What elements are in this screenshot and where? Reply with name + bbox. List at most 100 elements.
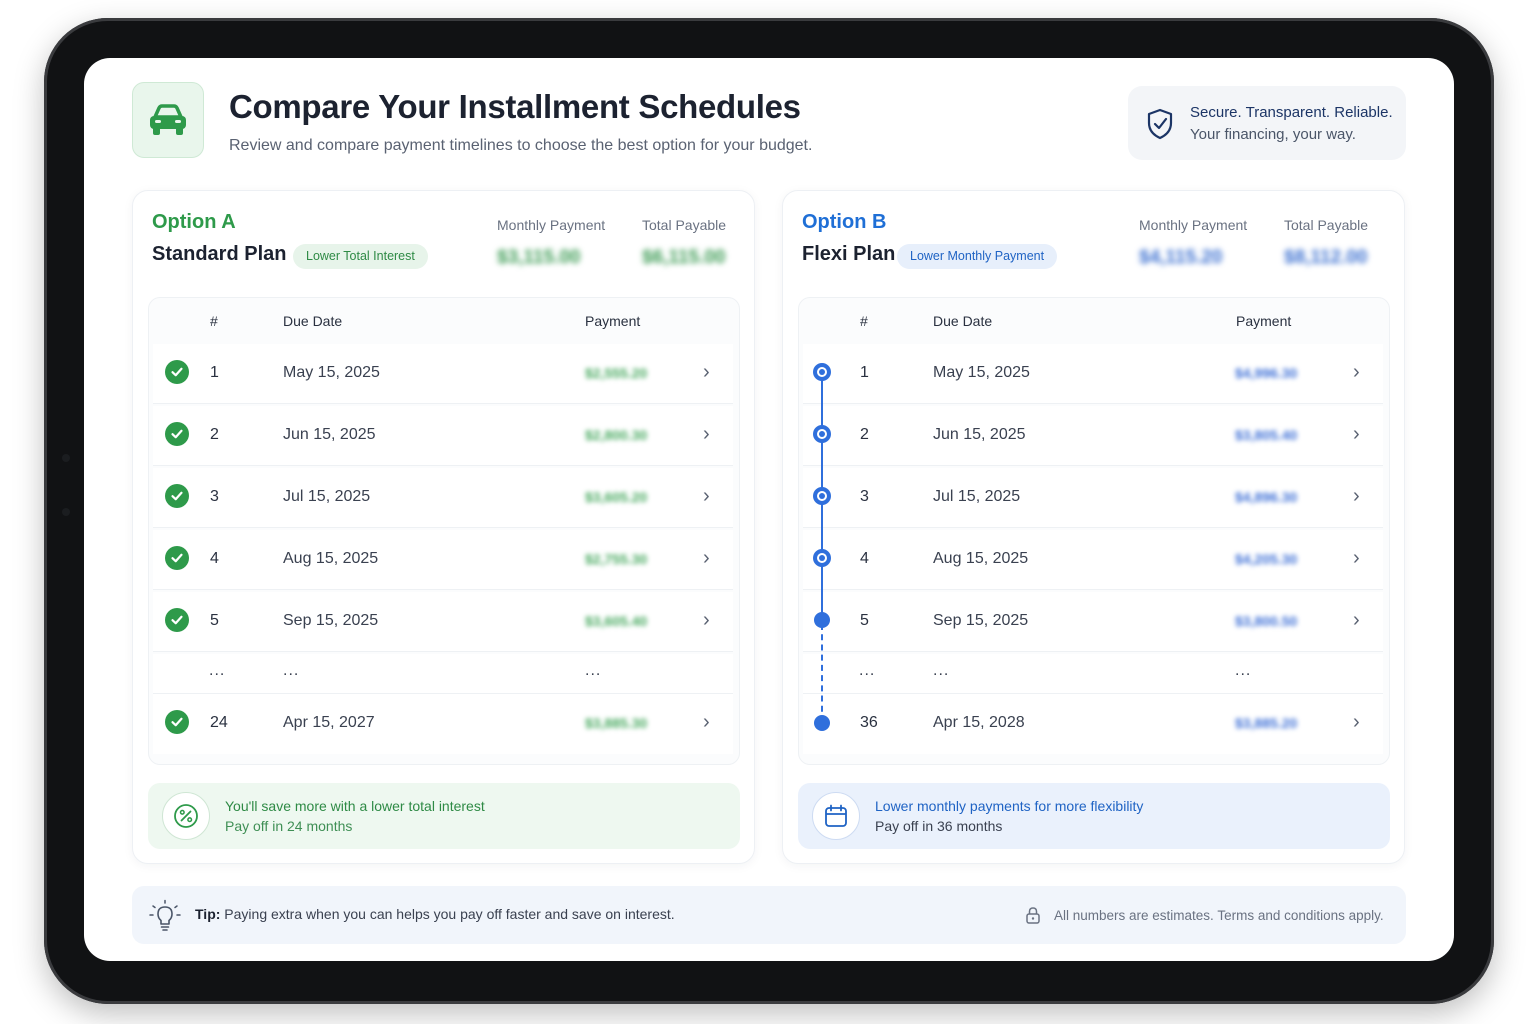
payment-amount: $3,605.20 [585, 489, 648, 505]
tip-label: Tip: [195, 906, 221, 922]
table-row[interactable]: 2 Jun 15, 2025 $3,805.40 › [803, 406, 1383, 466]
option-b-badge: Lower Monthly Payment [897, 244, 1058, 269]
option-b-monthly-label: Monthly Payment [1139, 217, 1248, 233]
due-date: Sep 15, 2025 [933, 612, 1029, 629]
payment-amount: $4,896.30 [1235, 489, 1298, 505]
chevron-right-icon[interactable]: › [703, 610, 710, 630]
check-circle-icon [165, 360, 189, 384]
due-date: Jun 15, 2025 [933, 426, 1026, 443]
table-header: # Due Date Payment [149, 298, 739, 346]
note-detail: Pay off in 24 months [225, 818, 353, 834]
payment-amount: $2,800.30 [585, 427, 648, 443]
calendar-icon [812, 792, 860, 840]
column-header-payment: Payment [1236, 313, 1292, 329]
option-b-summary-note: Lower monthly payments for more flexibil… [798, 783, 1390, 849]
check-circle-icon [165, 608, 189, 632]
timeline-node [813, 487, 831, 505]
check-circle-icon [165, 484, 189, 508]
due-date: Jul 15, 2025 [933, 488, 1021, 505]
page-title: Compare Your Installment Schedules [229, 88, 801, 125]
installment-number: 1 [210, 364, 219, 381]
chevron-right-icon[interactable]: › [1353, 424, 1360, 444]
security-banner: Secure. Transparent. Reliable. Your fina… [1128, 86, 1406, 160]
column-header-payment: Payment [585, 313, 641, 329]
table-row[interactable]: 36 Apr 15, 2028 $3,885.20 › [803, 694, 1383, 754]
installment-number: 24 [210, 714, 228, 731]
payment-amount: $4,205.30 [1235, 551, 1298, 567]
chevron-right-icon[interactable]: › [1353, 362, 1360, 382]
ellipsis: ... [859, 662, 876, 679]
due-date: Apr 15, 2028 [933, 714, 1025, 731]
tip-text: Tip: Paying extra when you can helps you… [195, 906, 675, 922]
lock-icon [1026, 907, 1040, 924]
chevron-right-icon[interactable]: › [1353, 610, 1360, 630]
installment-number: 4 [210, 550, 219, 567]
column-header-due-date: Due Date [933, 313, 993, 329]
payment-amount: $3,605.40 [585, 613, 648, 629]
payment-amount: $4,996.30 [1235, 365, 1298, 381]
tip-body: Paying extra when you can helps you pay … [224, 906, 675, 922]
due-date: Sep 15, 2025 [283, 612, 379, 629]
table-row[interactable]: 1 May 15, 2025 $2,555.20 › [153, 344, 733, 404]
ellipsis: ... [933, 662, 950, 679]
payment-amount: $3,885.30 [585, 715, 648, 731]
due-date: Jul 15, 2025 [283, 488, 371, 505]
option-a-plan-name: Standard Plan [152, 243, 287, 265]
table-row[interactable]: 5 Sep 15, 2025 $3,605.40 › [153, 592, 733, 652]
table-row[interactable]: 4 Aug 15, 2025 $4,205.30 › [803, 530, 1383, 590]
chevron-right-icon[interactable]: › [703, 486, 710, 506]
table-row[interactable]: 5 Sep 15, 2025 $3,800.50 › [803, 592, 1383, 652]
security-tagline: Secure. Transparent. Reliable. [1190, 104, 1393, 121]
option-a-schedule-table: # Due Date Payment 1 May 15, 2025 $2,555… [148, 297, 740, 765]
column-header-due-date: Due Date [283, 313, 343, 329]
ellipsis: ... [209, 662, 226, 679]
car-icon [150, 104, 186, 135]
chevron-right-icon[interactable]: › [703, 712, 710, 732]
column-header-num: # [210, 313, 218, 329]
disclaimer-text: All numbers are estimates. Terms and con… [1054, 908, 1384, 923]
column-header-num: # [860, 313, 868, 329]
installment-number: 1 [860, 364, 869, 381]
installment-number: 4 [860, 550, 869, 567]
table-row[interactable]: 1 May 15, 2025 $4,996.30 › [803, 344, 1383, 404]
option-a-card[interactable]: Option A Standard Plan Lower Total Inter… [132, 190, 755, 864]
timeline-node [813, 549, 831, 567]
ellipsis-row: ... ... ... [803, 654, 1383, 694]
app-logo [132, 82, 204, 158]
chevron-right-icon[interactable]: › [1353, 548, 1360, 568]
table-header: # Due Date Payment [799, 298, 1389, 346]
chevron-right-icon[interactable]: › [1353, 486, 1360, 506]
chevron-right-icon[interactable]: › [703, 548, 710, 568]
option-b-label: Option B [802, 211, 887, 233]
ellipsis: ... [283, 662, 300, 679]
camera-lens [62, 508, 70, 516]
option-b-monthly-value: $4,115.20 [1139, 247, 1223, 268]
chevron-right-icon[interactable]: › [703, 362, 710, 382]
installment-number: 5 [210, 612, 219, 629]
table-row[interactable]: 3 Jul 15, 2025 $3,605.20 › [153, 468, 733, 528]
note-detail: Pay off in 36 months [875, 818, 1003, 834]
table-row[interactable]: 24 Apr 15, 2027 $3,885.30 › [153, 694, 733, 754]
ellipsis: ... [1235, 662, 1252, 679]
due-date: Aug 15, 2025 [283, 550, 379, 567]
table-row[interactable]: 2 Jun 15, 2025 $2,800.30 › [153, 406, 733, 466]
chevron-right-icon[interactable]: › [703, 424, 710, 444]
installment-number: 3 [210, 488, 219, 505]
option-b-total-value: $8,112.00 [1284, 247, 1368, 268]
check-circle-icon [165, 546, 189, 570]
payment-amount: $3,800.50 [1235, 613, 1298, 629]
option-a-total-value: $6,115.00 [642, 247, 726, 268]
lightbulb-icon [149, 899, 181, 931]
table-row[interactable]: 3 Jul 15, 2025 $4,896.30 › [803, 468, 1383, 528]
table-row[interactable]: 4 Aug 15, 2025 $2,755.30 › [153, 530, 733, 590]
payment-amount: $3,885.20 [1235, 715, 1298, 731]
chevron-right-icon[interactable]: › [1353, 712, 1360, 732]
app-screen: Compare Your Installment Schedules Revie… [84, 58, 1454, 961]
due-date: Apr 15, 2027 [283, 714, 375, 731]
payment-amount: $2,755.30 [585, 551, 648, 567]
option-b-card[interactable]: Option B Flexi Plan Lower Monthly Paymen… [782, 190, 1405, 864]
due-date: May 15, 2025 [933, 364, 1030, 381]
note-headline: You'll save more with a lower total inte… [225, 798, 485, 814]
timeline-node [813, 425, 831, 443]
due-date: Aug 15, 2025 [933, 550, 1029, 567]
